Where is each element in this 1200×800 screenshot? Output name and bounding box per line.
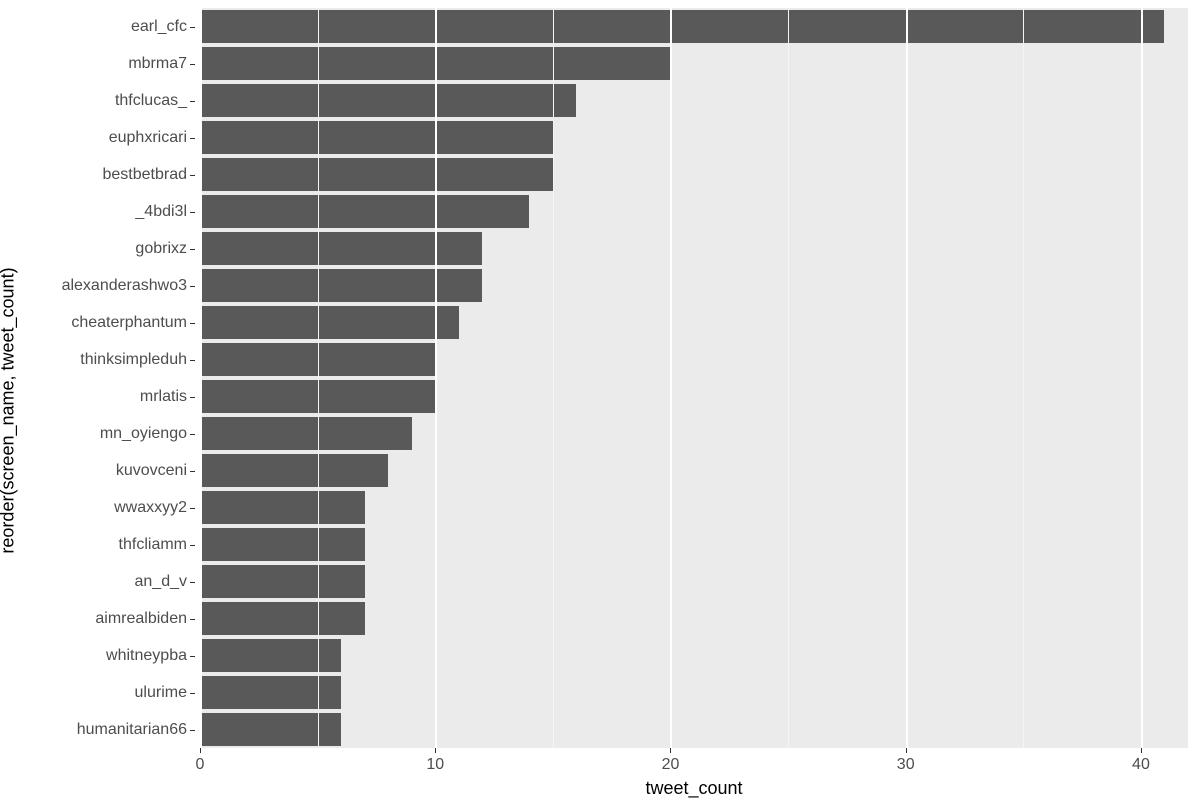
y-tick-label: wwaxxyy2 (114, 499, 187, 517)
x-tick-label: 40 (1132, 756, 1150, 774)
y-tick-label: mn_oyiengo (100, 425, 187, 443)
x-axis-title: tweet_count (645, 778, 742, 799)
y-tick (190, 693, 195, 694)
bars-layer (200, 8, 1188, 748)
y-tick-label: gobrixz (135, 240, 187, 258)
y-tick-label: kuvovceni (116, 462, 187, 480)
plot-panel (200, 8, 1188, 748)
gridline-major (906, 8, 908, 748)
x-tick (906, 748, 907, 753)
bar (200, 121, 553, 154)
gridline-major (435, 8, 437, 748)
y-tick-label: bestbetbrad (102, 166, 187, 184)
y-tick-label: euphxricari (109, 129, 187, 147)
y-tick (190, 471, 195, 472)
x-axis: tweet_count 010203040 (200, 748, 1188, 798)
y-tick-label: cheaterphantum (71, 314, 187, 332)
y-tick (190, 434, 195, 435)
x-tick-label: 20 (662, 756, 680, 774)
y-tick (190, 619, 195, 620)
gridline-major (200, 8, 202, 748)
y-tick (190, 27, 195, 28)
bar (200, 528, 365, 561)
x-tick (435, 748, 436, 753)
gridline-major (1141, 8, 1143, 748)
y-tick-label: aimrealbiden (95, 610, 187, 628)
y-tick (190, 323, 195, 324)
bar (200, 454, 388, 487)
y-tick (190, 545, 195, 546)
y-tick (190, 175, 195, 176)
y-tick (190, 360, 195, 361)
bar (200, 676, 341, 709)
bar (200, 491, 365, 524)
x-tick-label: 0 (196, 756, 205, 774)
bar (200, 565, 365, 598)
y-tick-label: mrlatis (140, 388, 187, 406)
x-tick-label: 10 (426, 756, 444, 774)
y-tick-label: alexanderashwo3 (62, 277, 187, 295)
bar (200, 10, 1164, 43)
y-tick-label: thfclucas_ (115, 92, 187, 110)
chart-container: reorder(screen_name, tweet_count) earl_c… (0, 0, 1200, 800)
bar (200, 158, 553, 191)
gridline-minor (788, 8, 789, 748)
y-tick-label: earl_cfc (131, 18, 187, 36)
y-tick (190, 249, 195, 250)
y-tick (190, 582, 195, 583)
gridline-major (670, 8, 672, 748)
bar (200, 84, 576, 117)
y-tick-label: humanitarian66 (77, 721, 187, 739)
y-tick (190, 656, 195, 657)
x-tick (670, 748, 671, 753)
x-tick-label: 30 (897, 756, 915, 774)
y-tick (190, 397, 195, 398)
y-tick (190, 286, 195, 287)
x-tick (1141, 748, 1142, 753)
y-tick-label: thfcliamm (119, 536, 187, 554)
y-tick (190, 212, 195, 213)
y-tick (190, 64, 195, 65)
bar (200, 417, 412, 450)
bar (200, 269, 482, 302)
y-axis-labels: earl_cfc mbrma7 thfclucas_ euphxricari bestb… (0, 8, 195, 748)
bar (200, 639, 341, 672)
bar (200, 195, 529, 228)
bar (200, 306, 459, 339)
y-tick-label: an_d_v (135, 573, 188, 591)
y-tick (190, 101, 195, 102)
bar (200, 232, 482, 265)
y-tick-label: whitneypba (106, 647, 187, 665)
bar (200, 602, 365, 635)
y-tick-label: _4bdi3l (135, 203, 187, 221)
y-tick-label: mbrma7 (128, 55, 187, 73)
gridline-minor (318, 8, 319, 748)
bar (200, 713, 341, 746)
y-tick (190, 730, 195, 731)
x-tick (200, 748, 201, 753)
y-tick-label: thinksimpleduh (80, 351, 187, 369)
gridline-minor (553, 8, 554, 748)
y-tick-label: ulurime (135, 684, 187, 702)
gridline-minor (1023, 8, 1024, 748)
y-tick (190, 508, 195, 509)
y-tick (190, 138, 195, 139)
